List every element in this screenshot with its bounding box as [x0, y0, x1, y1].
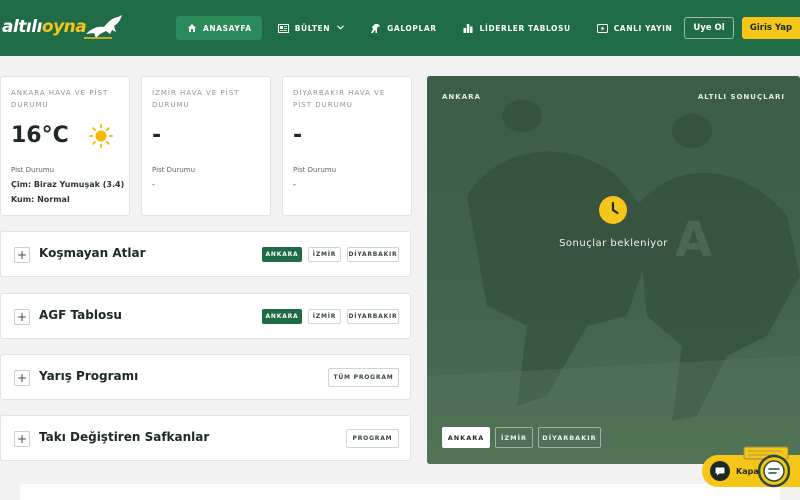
weather-card-ankara: ANKARA HAVA VE PİST DURUMU 16°C Pist Dur… [0, 76, 130, 216]
horse-icon [370, 23, 381, 34]
temperature-value: 16°C [11, 123, 69, 148]
nav-item-gallops[interactable]: GALOPLAR [360, 16, 447, 40]
results-panel: A ANKARA ALTILI SONUÇLARI Sonuçlar bekle… [427, 76, 800, 464]
track-grass-status: Çim: Biraz Yumuşak (3.4) [11, 180, 125, 189]
chip-izmir[interactable]: İZMİR [308, 247, 341, 262]
bottom-content-card [20, 484, 780, 500]
logo-text-accent: oyna [41, 17, 87, 37]
chip-ankara[interactable]: ANKARA [262, 309, 302, 324]
track-status-label: Pist Durumu [152, 166, 196, 174]
chat-bot-icon[interactable] [742, 445, 790, 489]
chip-izmir[interactable]: İZMİR [308, 309, 341, 324]
nav-item-home[interactable]: ANASAYFA [176, 16, 262, 40]
sun-icon [89, 124, 113, 148]
section-equipment-changes: + Takı Değiştiren Safkanlar PROGRAM [0, 415, 411, 461]
chip-ankara[interactable]: ANKARA [262, 247, 302, 262]
track-sand-status: Kum: Normal [11, 195, 70, 204]
results-tab-izmir[interactable]: İZMİR [495, 427, 533, 448]
section-non-runners: + Koşmayan Atlar ANKARA İZMİR DİYARBAKIR [0, 231, 411, 277]
chat-icon [710, 461, 730, 481]
section-title: Yarış Programı [39, 369, 139, 383]
home-icon [186, 23, 197, 34]
weather-card-title: İZMİR HAVA VE PİST DURUMU [152, 89, 240, 109]
expand-plus-icon[interactable]: + [14, 309, 30, 325]
register-button[interactable]: Uye Ol [684, 17, 734, 39]
horse-race-background-image: A [427, 76, 800, 464]
track-status-value: - [293, 180, 296, 189]
expand-plus-icon[interactable]: + [14, 370, 30, 386]
results-tab-diyarbakir[interactable]: DİYARBAKIR [538, 427, 601, 448]
horse-logo-icon [84, 15, 123, 39]
expand-plus-icon[interactable]: + [14, 247, 30, 263]
track-status-label: Pist Durumu [293, 166, 337, 174]
section-race-program: + Yarış Programı TÜM PROGRAM [0, 354, 411, 400]
results-city-label: ANKARA [442, 93, 481, 101]
all-program-button[interactable]: TÜM PROGRAM [328, 368, 399, 387]
nav-label-leaderboard: LİDERLER TABLOSU [479, 23, 571, 33]
nav-label-bulletin: BÜLTEN [294, 23, 331, 33]
track-status-label: Pist Durumu [11, 166, 55, 174]
login-button[interactable]: Giris Yap [742, 17, 800, 39]
chevron-down-icon [337, 24, 345, 32]
results-waiting-text: Sonuçlar bekleniyor [559, 238, 668, 249]
nav-label-home: ANASAYFA [203, 23, 252, 33]
nav-item-live[interactable]: CANLI YAYIN [587, 16, 683, 40]
weather-card-diyarbakir: DİYARBAKIR HAVA VE PİST DURUMU - Pist Du… [282, 76, 412, 216]
weather-card-title: ANKARA HAVA VE PİST DURUMU [11, 89, 109, 109]
site-logo[interactable]: altılıoyna [2, 10, 126, 44]
section-title: Takı Değiştiren Safkanlar [39, 430, 210, 444]
clock-icon [599, 196, 627, 224]
results-title: ALTILI SONUÇLARI [697, 93, 785, 101]
section-title: Koşmayan Atlar [39, 246, 146, 260]
temperature-value: - [152, 123, 162, 148]
chip-diyarbakir[interactable]: DİYARBAKIR [347, 247, 399, 262]
nav-label-live: CANLI YAYIN [613, 23, 673, 33]
section-agf-table: + AGF Tablosu ANKARA İZMİR DİYARBAKIR [0, 293, 411, 339]
program-button[interactable]: PROGRAM [346, 429, 399, 448]
main-nav: ANASAYFA BÜLTEN GALOPLAR LİDERLER TABLOS… [176, 16, 688, 40]
section-title: AGF Tablosu [39, 308, 122, 322]
temperature-value: - [293, 123, 303, 148]
top-header: altılıoyna ANASAYFA BÜLTEN GALOPLAR LİDE… [0, 0, 800, 56]
newspaper-icon [277, 23, 289, 34]
results-tab-ankara[interactable]: ANKARA [442, 427, 490, 448]
track-status-value: - [152, 180, 155, 189]
nav-item-leaderboard[interactable]: LİDERLER TABLOSU [453, 16, 581, 40]
logo-text-main: altılı [2, 17, 42, 37]
nav-item-bulletin[interactable]: BÜLTEN [268, 16, 354, 40]
chip-diyarbakir[interactable]: DİYARBAKIR [347, 309, 399, 324]
tv-icon [596, 23, 608, 34]
weather-card-izmir: İZMİR HAVA VE PİST DURUMU - Pist Durumu … [141, 76, 271, 216]
nav-label-gallops: GALOPLAR [387, 23, 437, 33]
bar-chart-icon [463, 23, 474, 34]
weather-card-title: DİYARBAKIR HAVA VE PİST DURUMU [293, 89, 386, 109]
expand-plus-icon[interactable]: + [14, 431, 30, 447]
